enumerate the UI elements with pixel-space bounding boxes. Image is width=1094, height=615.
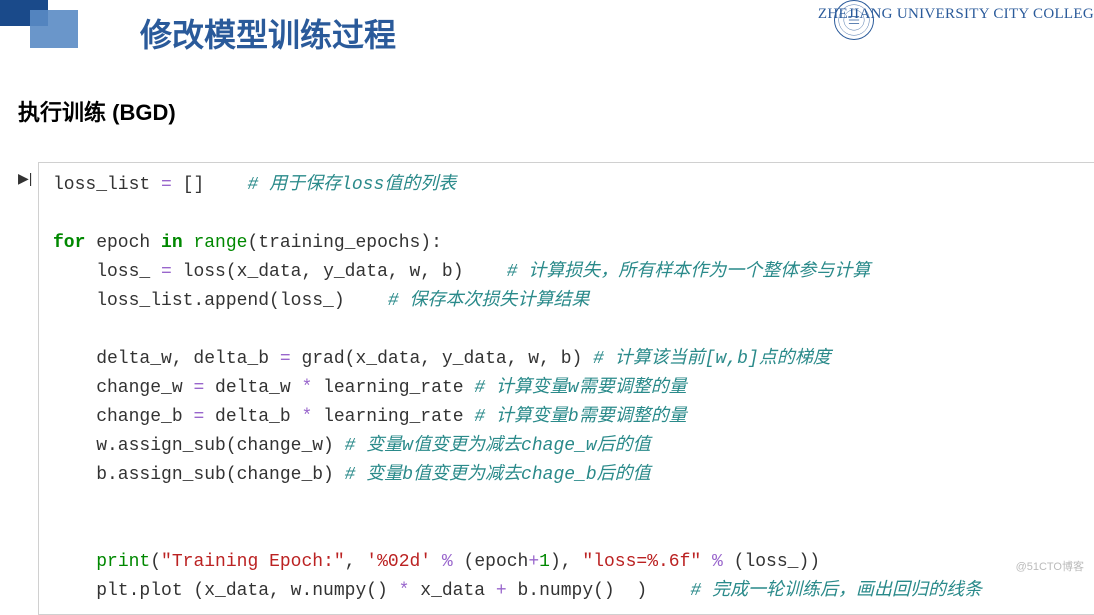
- code-comment: # 保存本次损失计算结果: [388, 291, 590, 311]
- code-text: loss_list.append(loss_): [53, 291, 388, 311]
- op-assign: =: [161, 175, 172, 195]
- code-text: delta_b: [204, 407, 301, 427]
- code-text: ,: [345, 552, 367, 572]
- op-assign: =: [193, 378, 204, 398]
- section-subtitle: 执行训练 (BGD): [18, 95, 176, 127]
- code-text: (: [150, 552, 161, 572]
- code-text: [431, 552, 442, 572]
- code-text: delta_w: [204, 378, 301, 398]
- op-assign: =: [280, 349, 291, 369]
- code-text: ),: [550, 552, 582, 572]
- code-text: b.assign_sub(change_b): [53, 465, 345, 485]
- code-text: b.numpy() ): [507, 581, 691, 601]
- code-comment: # 计算变量w需要调整的量: [474, 378, 686, 398]
- builtin-print: print: [96, 552, 150, 572]
- code-comment: # 计算该当前[w,b]点的梯度: [593, 349, 831, 369]
- code-comment: # 用于保存loss值的列表: [247, 175, 456, 195]
- op-plus: +: [496, 581, 507, 601]
- code-string: '%02d': [366, 552, 431, 572]
- slide-title: 修改模型训练过程: [140, 10, 396, 56]
- code-text: x_data: [409, 581, 495, 601]
- code-comment: # 变量w值变更为减去chage_w后的值: [345, 436, 651, 456]
- code-string: "Training Epoch:": [161, 552, 345, 572]
- code-comment: # 完成一轮训练后，画出回归的线条: [690, 581, 982, 601]
- code-text: change_w: [53, 378, 193, 398]
- code-text: w.assign_sub(change_w): [53, 436, 345, 456]
- code-text: [53, 552, 96, 572]
- op-assign: =: [193, 407, 204, 427]
- code-text: []: [172, 175, 248, 195]
- op-mul: *: [301, 378, 312, 398]
- code-text: epoch: [85, 233, 161, 253]
- code-text: learning_rate: [312, 407, 474, 427]
- university-name: ZHEJIANG UNIVERSITY CITY COLLEG: [818, 6, 1094, 23]
- deco-square-front: [30, 10, 78, 48]
- code-cell: ▶| loss_list = [] # 用于保存loss值的列表 for epo…: [18, 162, 1094, 615]
- watermark: @51CTO博客: [1016, 558, 1084, 574]
- kw-in: in: [161, 233, 183, 253]
- code-text: (epoch: [453, 552, 529, 572]
- code-text: [701, 552, 712, 572]
- code-comment: # 变量b值变更为减去chage_b后的值: [345, 465, 651, 485]
- builtin-range: range: [193, 233, 247, 253]
- op-plus: +: [528, 552, 539, 572]
- code-comment: # 计算损失，所有样本作为一个整体参与计算: [507, 262, 871, 282]
- code-text: loss_list: [53, 175, 161, 195]
- code-text: change_b: [53, 407, 193, 427]
- op-mul: *: [301, 407, 312, 427]
- code-text: delta_w, delta_b: [53, 349, 280, 369]
- code-text: (training_epochs):: [247, 233, 441, 253]
- code-comment: # 计算变量b需要调整的量: [474, 407, 686, 427]
- kw-for: for: [53, 233, 85, 253]
- code-string: "loss=%.6f": [582, 552, 701, 572]
- code-content: loss_list = [] # 用于保存loss值的列表 for epoch …: [38, 162, 1094, 615]
- code-text: (loss_)): [723, 552, 820, 572]
- code-number: 1: [539, 552, 550, 572]
- run-cell-icon[interactable]: ▶|: [18, 162, 38, 615]
- op-mod: %: [712, 552, 723, 572]
- code-text: learning_rate: [312, 378, 474, 398]
- code-text: loss_: [53, 262, 161, 282]
- code-text: grad(x_data, y_data, w, b): [291, 349, 593, 369]
- op-assign: =: [161, 262, 172, 282]
- op-mod: %: [442, 552, 453, 572]
- code-text: loss(x_data, y_data, w, b): [172, 262, 507, 282]
- code-text: plt.plot (x_data, w.numpy(): [53, 581, 399, 601]
- code-text: [183, 233, 194, 253]
- op-mul: *: [399, 581, 410, 601]
